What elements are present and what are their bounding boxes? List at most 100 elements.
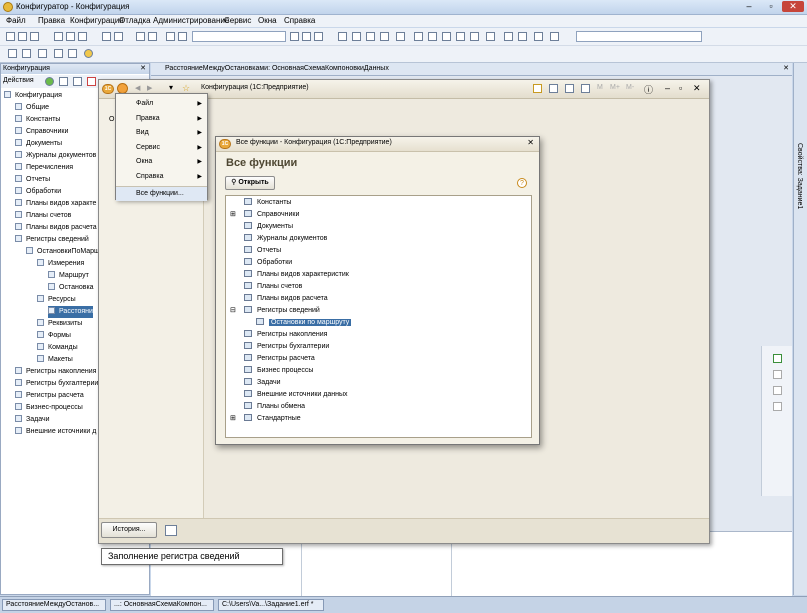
client-minimize-button[interactable]: – <box>665 83 670 93</box>
config-tree-item[interactable]: Журналы документов <box>15 150 96 162</box>
menu-edit[interactable]: Правка <box>38 16 65 25</box>
document-tab-title[interactable]: РасстояниеМеждуОстановками: ОсновнаяСхем… <box>165 65 389 72</box>
properties-side-tab[interactable]: Свойства: Задание1 <box>793 63 807 595</box>
menu-item[interactable]: Правка ▶ <box>116 112 207 126</box>
move-down-icon[interactable] <box>773 402 782 411</box>
nav-forward-icon[interactable]: ▶ <box>147 84 152 92</box>
task-item-2[interactable]: ...: ОсновнаяСхемаКомпон... <box>110 599 214 611</box>
menu-administration[interactable]: Администрирование <box>153 16 229 25</box>
menu-item[interactable]: Файл ▶ <box>116 97 207 111</box>
panel-close-icon[interactable]: ✕ <box>140 64 146 74</box>
config-tree-item[interactable]: Измерения <box>37 258 84 270</box>
add-row-icon[interactable] <box>773 354 782 363</box>
menu-item[interactable]: Вид ▶ <box>116 126 207 140</box>
config-tree-item[interactable]: Реквизиты <box>37 318 82 330</box>
history-icon[interactable] <box>549 84 558 93</box>
config-tree-item[interactable]: Бизнес-процессы <box>15 402 83 414</box>
config-tree-item[interactable]: Ресурсы <box>37 294 76 306</box>
config-tree-item[interactable]: Общие <box>15 102 49 114</box>
find-next-icon[interactable] <box>290 32 299 41</box>
info-icon[interactable]: ⓘ <box>644 83 653 96</box>
open-icon[interactable] <box>18 32 27 41</box>
menu-file[interactable]: Файл <box>6 16 26 25</box>
save-icon[interactable] <box>30 32 39 41</box>
cfg-db-icon[interactable] <box>22 49 31 58</box>
cut-icon[interactable] <box>54 32 63 41</box>
expander-icon[interactable]: ⊟ <box>230 305 236 317</box>
menu-item[interactable]: Окна ▶ <box>116 155 207 169</box>
task-item-1[interactable]: РасстояниеМеждуОстанов... <box>2 599 106 611</box>
config-tree-item[interactable]: Планы видов характе <box>15 198 96 210</box>
outdent-icon[interactable] <box>470 32 479 41</box>
redo-icon[interactable] <box>148 32 157 41</box>
dropdown-arrow-icon[interactable]: ▾ <box>169 83 173 92</box>
maximize-button[interactable]: ▫ <box>760 1 782 12</box>
expander-icon[interactable]: ⊞ <box>230 413 236 425</box>
menu-item[interactable]: Справка ▶ <box>116 170 207 184</box>
menu-item[interactable]: Все функции... <box>116 186 207 201</box>
open-button[interactable]: ⚲ Открыть <box>225 176 275 190</box>
config-tree-item[interactable]: Задачи <box>15 414 50 426</box>
config-tree-item[interactable]: Документы <box>15 138 62 150</box>
print-icon[interactable] <box>102 32 111 41</box>
actions-menu[interactable]: Действия <box>3 77 34 84</box>
comment-icon[interactable] <box>486 32 495 41</box>
history-button[interactable]: История... <box>101 522 157 538</box>
undo-icon[interactable] <box>136 32 145 41</box>
paste-icon[interactable] <box>78 32 87 41</box>
menu-configuration[interactable]: Конфигурация <box>70 16 124 25</box>
help-icon[interactable] <box>366 32 375 41</box>
menu-debug[interactable]: Отладка <box>119 16 151 25</box>
help-icon[interactable]: ? <box>517 178 527 188</box>
connect-icon[interactable] <box>165 525 177 536</box>
config-tree-item[interactable]: Справочники <box>15 126 68 138</box>
new-icon[interactable] <box>6 32 15 41</box>
m-button[interactable]: M <box>597 84 603 91</box>
client-maximize-button[interactable]: ▫ <box>679 83 682 93</box>
dialog-close-button[interactable]: ✕ <box>527 138 534 147</box>
config-tree-item[interactable]: Регистры расчета <box>15 390 84 402</box>
find-icon[interactable] <box>166 32 175 41</box>
find-prev-icon[interactable] <box>302 32 311 41</box>
nav-back-icon[interactable]: ◀ <box>135 84 140 92</box>
config-tree-item[interactable]: Команды <box>37 342 78 354</box>
bookmark-icon[interactable] <box>414 32 423 41</box>
run-icon[interactable] <box>550 32 559 41</box>
indent-icon[interactable] <box>456 32 465 41</box>
config-tree-item[interactable]: Планы счетов <box>15 210 71 222</box>
copy-object-icon[interactable] <box>73 77 82 86</box>
config-tree-item[interactable]: Обработки <box>15 186 61 198</box>
config-tree-item[interactable]: Маршрут <box>48 270 89 282</box>
config-tree-item[interactable]: Планы видов расчета <box>15 222 97 234</box>
add-icon[interactable] <box>45 77 54 86</box>
expander-icon[interactable]: ⊞ <box>230 209 236 221</box>
cfg-update-icon[interactable] <box>54 49 63 58</box>
m-plus-button[interactable]: M+ <box>610 84 620 91</box>
format-icon[interactable] <box>352 32 361 41</box>
task-item-3[interactable]: C:\Users\Va...\Задание1.erf * <box>218 599 324 611</box>
config-tree-item[interactable]: Отчеты <box>15 174 50 186</box>
copy-icon[interactable] <box>66 32 75 41</box>
enterprise-run-icon[interactable] <box>84 49 93 58</box>
menu-help[interactable]: Справка <box>284 16 315 25</box>
minimize-button[interactable]: – <box>738 1 760 12</box>
bookmark-next-icon[interactable] <box>428 32 437 41</box>
doc-close-icon[interactable]: ✕ <box>783 64 789 72</box>
method-combo[interactable] <box>576 31 702 42</box>
edit-icon[interactable] <box>59 77 68 86</box>
cfg-tools-icon[interactable] <box>68 49 77 58</box>
config-tree-item[interactable]: Макеты <box>37 354 73 366</box>
calendar-icon[interactable] <box>581 84 590 93</box>
config-tree-item[interactable]: Внешние источники д <box>15 426 96 438</box>
config-tree-item[interactable]: Формы <box>37 330 71 342</box>
move-up-icon[interactable] <box>773 386 782 395</box>
config-tree-item[interactable]: Регистры накопления <box>15 366 96 378</box>
config-tree-item[interactable]: Конфигурация <box>4 90 62 102</box>
menu-windows[interactable]: Окна <box>258 16 277 25</box>
preview-icon[interactable] <box>114 32 123 41</box>
search-icon[interactable] <box>178 32 187 41</box>
cfg-compare-icon[interactable] <box>38 49 47 58</box>
window-list-icon[interactable] <box>504 32 513 41</box>
remove-row-icon[interactable] <box>773 370 782 379</box>
config-tree-item[interactable]: Регистры бухгалтерии <box>15 378 98 390</box>
